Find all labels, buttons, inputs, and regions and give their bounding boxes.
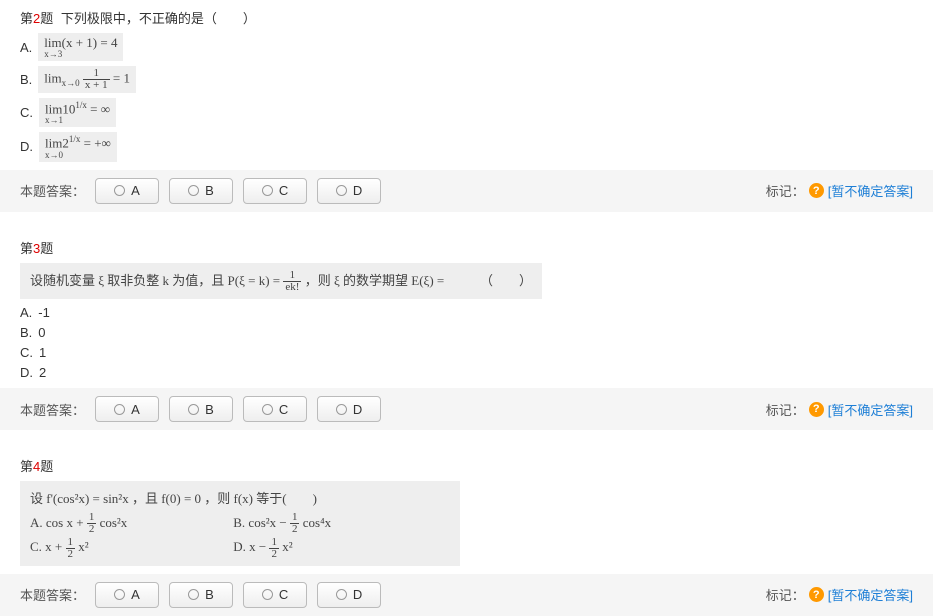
answer-btn-b[interactable]: B bbox=[169, 396, 233, 422]
q2-option-d: D. lim21/x = +∞x→0 bbox=[20, 132, 913, 161]
answer-btn-c[interactable]: C bbox=[243, 582, 307, 608]
q4-stem: 设 f'(cos²x) = sin²x ，且 f(0) = 0 ，则 f(x) … bbox=[20, 481, 913, 565]
q2-option-a: A. lim(x + 1) = 4x→3 bbox=[20, 33, 913, 61]
option-letter: C. bbox=[20, 345, 33, 360]
answer-btn-a[interactable]: A bbox=[95, 178, 159, 204]
answer-bar-q3: 本题答案： A B C D 标记： ? [暂不确定答案] bbox=[0, 388, 933, 430]
answer-label: 本题答案： bbox=[20, 181, 85, 200]
mark-label: 标记： bbox=[766, 400, 805, 419]
answer-right: 标记： ? [暂不确定答案] bbox=[766, 400, 913, 419]
q3-option-d: D. 2 bbox=[20, 365, 913, 380]
option-text: 2 bbox=[39, 365, 46, 380]
radio-icon bbox=[188, 185, 199, 196]
help-icon[interactable]: ? bbox=[809, 402, 824, 417]
radio-icon bbox=[188, 404, 199, 415]
radio-icon bbox=[262, 185, 273, 196]
answer-left: 本题答案： A B C D bbox=[20, 582, 381, 608]
math-expression: 设 f'(cos²x) = sin²x ，且 f(0) = 0 ，则 f(x) … bbox=[20, 481, 460, 565]
answer-btn-c[interactable]: C bbox=[243, 178, 307, 204]
question-2-header: 第2题 下列极限中，不正确的是（ ） bbox=[20, 8, 913, 27]
answer-left: 本题答案： A B C D bbox=[20, 178, 381, 204]
math-expression: 设随机变量 ξ 取非负整 k 为值，且 P(ξ = k) = 1ek! ，则 ξ… bbox=[20, 263, 542, 300]
option-letter: C. bbox=[20, 105, 33, 120]
answer-left: 本题答案： A B C D bbox=[20, 396, 381, 422]
q4-label: 第4题 bbox=[20, 459, 53, 474]
option-letter: D. bbox=[20, 365, 33, 380]
radio-icon bbox=[262, 404, 273, 415]
answer-btn-d[interactable]: D bbox=[317, 178, 381, 204]
math-expression: lim101/x = ∞x→1 bbox=[39, 98, 116, 127]
unsure-link[interactable]: [暂不确定答案] bbox=[828, 400, 913, 419]
option-text: 1 bbox=[39, 345, 46, 360]
radio-icon bbox=[336, 404, 347, 415]
help-icon[interactable]: ? bbox=[809, 587, 824, 602]
radio-icon bbox=[188, 589, 199, 600]
q3-option-b: B. 0 bbox=[20, 325, 913, 340]
answer-btn-a[interactable]: A bbox=[95, 582, 159, 608]
question-3-header: 第3题 bbox=[20, 238, 913, 257]
answer-btn-a[interactable]: A bbox=[95, 396, 159, 422]
q2-option-b: B. limx→0 1x + 1 = 1 bbox=[20, 66, 913, 93]
q3-option-a: A. -1 bbox=[20, 305, 913, 320]
answer-btn-d[interactable]: D bbox=[317, 396, 381, 422]
q3-option-c: C. 1 bbox=[20, 345, 913, 360]
question-2: 第2题 下列极限中，不正确的是（ ） A. lim(x + 1) = 4x→3 … bbox=[0, 0, 933, 162]
radio-icon bbox=[336, 589, 347, 600]
option-letter: A. bbox=[20, 305, 32, 320]
option-letter: D. bbox=[20, 139, 33, 154]
answer-btn-c[interactable]: C bbox=[243, 396, 307, 422]
answer-label: 本题答案： bbox=[20, 400, 85, 419]
option-text: 0 bbox=[38, 325, 45, 340]
radio-icon bbox=[114, 185, 125, 196]
q2-label: 第2题 bbox=[20, 11, 53, 26]
radio-icon bbox=[262, 589, 273, 600]
answer-btn-b[interactable]: B bbox=[169, 582, 233, 608]
radio-icon bbox=[336, 185, 347, 196]
option-letter: A. bbox=[20, 40, 32, 55]
answer-btn-d[interactable]: D bbox=[317, 582, 381, 608]
question-4-header: 第4题 bbox=[20, 456, 913, 475]
option-letter: B. bbox=[20, 325, 32, 340]
q3-stem: 设随机变量 ξ 取非负整 k 为值，且 P(ξ = k) = 1ek! ，则 ξ… bbox=[20, 263, 913, 300]
math-expression: lim(x + 1) = 4x→3 bbox=[38, 33, 123, 61]
answer-btn-b[interactable]: B bbox=[169, 178, 233, 204]
math-expression: lim21/x = +∞x→0 bbox=[39, 132, 117, 161]
answer-bar-q4: 本题答案： A B C D 标记： ? [暂不确定答案] bbox=[0, 574, 933, 616]
option-letter: B. bbox=[20, 72, 32, 87]
q3-label: 第3题 bbox=[20, 241, 53, 256]
answer-bar-q2: 本题答案： A B C D 标记： ? [暂不确定答案] bbox=[0, 170, 933, 212]
mark-label: 标记： bbox=[766, 181, 805, 200]
option-text: -1 bbox=[38, 305, 50, 320]
q2-stem: 下列极限中，不正确的是（ ） bbox=[61, 11, 256, 26]
help-icon[interactable]: ? bbox=[809, 183, 824, 198]
unsure-link[interactable]: [暂不确定答案] bbox=[828, 181, 913, 200]
q2-option-c: C. lim101/x = ∞x→1 bbox=[20, 98, 913, 127]
radio-icon bbox=[114, 589, 125, 600]
math-expression: limx→0 1x + 1 = 1 bbox=[38, 66, 136, 93]
answer-right: 标记： ? [暂不确定答案] bbox=[766, 181, 913, 200]
question-3: 第3题 设随机变量 ξ 取非负整 k 为值，且 P(ξ = k) = 1ek! … bbox=[0, 230, 933, 381]
radio-icon bbox=[114, 404, 125, 415]
question-4: 第4题 设 f'(cos²x) = sin²x ，且 f(0) = 0 ，则 f… bbox=[0, 448, 933, 565]
